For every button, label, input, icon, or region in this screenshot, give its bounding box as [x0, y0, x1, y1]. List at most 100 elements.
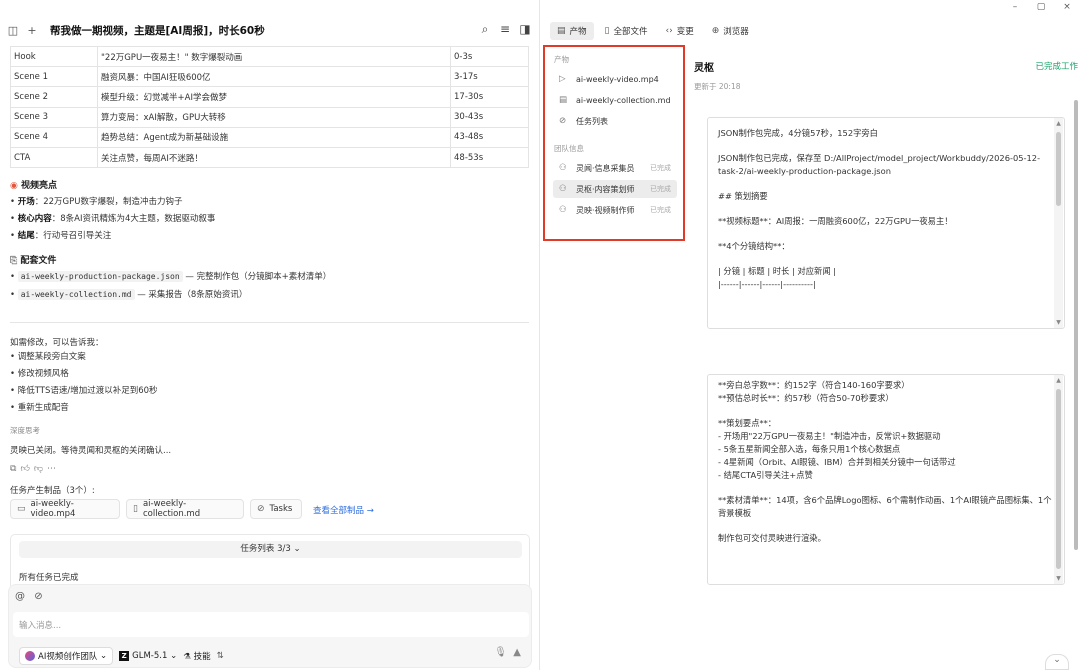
highlight-item: • 开场：22万GPU数字爆裂，制造冲击力钩子 [10, 197, 183, 207]
chat-header: ◫ + 帮我做一期视频，主题是[AI周报]，时长60秒 ⌕ ≡ ◨ [0, 18, 540, 42]
sidebar-item-tasks[interactable]: ⊘ 任务列表 [553, 112, 677, 130]
table-cell: CTA [10, 146, 98, 169]
mention-icon[interactable]: @ [15, 591, 25, 602]
attach-icon[interactable]: ⊘ [34, 591, 42, 602]
model-logo-icon: Z [119, 651, 130, 661]
search-icon[interactable]: ⌕ [478, 22, 492, 37]
modify-item: • 降低TTS语速/增加过渡以补足到60秒 [10, 386, 158, 396]
artifact-sidebar: 产物 ▷ ai-weekly-video.mp4 ▤ ai-weekly-colle… [543, 45, 685, 241]
view-all-products-link[interactable]: 查看全部制品 → [313, 504, 374, 516]
menu-icon[interactable]: ≡ [498, 22, 512, 37]
table-row: Hook "22万GPU一夜易主！" 数字爆裂动画 0-3s [10, 45, 529, 68]
card-line [708, 253, 1064, 265]
check-circle-icon: ⊘ [559, 116, 567, 126]
scroll-down-button[interactable]: ⌄ [1045, 654, 1069, 670]
status-badge: 已完成工作 [1035, 62, 1078, 72]
model-selector[interactable]: Z GLM-5.1 ⌄ [119, 651, 177, 661]
tab-browser[interactable]: ⊕ 浏览器 [705, 22, 756, 40]
detail-title: 灵枢 [694, 63, 714, 74]
table-cell: 30-43s [450, 106, 529, 128]
new-chat-icon[interactable]: + [25, 23, 39, 37]
table-row: CTA 关注点赞，每周AI不迷路！ 48-53s [10, 146, 529, 169]
chevron-down-icon: ⌄ [1053, 655, 1061, 665]
microphone-icon[interactable]: 🎙︎ [494, 647, 507, 658]
message-input[interactable]: 输入消息... [13, 612, 529, 637]
card-line: - 5条五星新闻全部入选，每条只用1个核心数据点 [718, 444, 901, 454]
card-line: **4个分镜结构**： [718, 241, 790, 251]
table-cell: 关注点赞，每周AI不迷路！ [97, 146, 451, 169]
highlights-heading: ◉ 视频亮点 [10, 181, 58, 191]
scrollbar[interactable]: ▲ ▼ [1054, 118, 1063, 328]
paperclip-icon: ⎘ [10, 256, 18, 266]
table-cell: Scene 3 [10, 106, 98, 128]
card-line [708, 140, 1064, 152]
file-item: • ai-weekly-production-package.json — 完整… [10, 271, 332, 282]
play-icon: ▷ [559, 74, 566, 84]
tab-products[interactable]: ▤ 产物 [550, 22, 594, 40]
sidebar-item-video[interactable]: ▷ ai-weekly-video.mp4 [553, 70, 677, 88]
scene-table: Hook "22万GPU一夜易主！" 数字爆裂动画 0-3s Scene 1 融资风暴：… [10, 45, 529, 169]
scrollbar[interactable]: ▲ ▼ [1054, 375, 1063, 584]
thumbs-down-icon[interactable]: 👎︎ [34, 464, 47, 474]
card-line: |------|------|------|----------| [718, 279, 816, 289]
card-line [708, 405, 1064, 417]
product-chip-video[interactable]: ▭ ai-weekly-video.mp4 [10, 499, 120, 519]
window-controls: – ▢ × [1002, 0, 1080, 16]
table-row: Scene 2 模型升级：幻觉减半+AI学会做梦 17-30s [10, 86, 529, 108]
modify-item: • 修改视频风格 [10, 369, 69, 379]
close-button[interactable]: × [1054, 0, 1080, 16]
table-cell: 趋势总结：Agent成为新基础设施 [97, 126, 451, 148]
flame-icon: ◉ [10, 181, 18, 191]
card-line: JSON制作包完成，4分镜57秒，152字旁白 [718, 128, 878, 138]
globe-icon: ⊕ [711, 26, 720, 36]
conversation-title: 帮我做一期视频，主题是[AI周报]，时长60秒 [50, 24, 265, 37]
team-selector[interactable]: AI视频创作团队 ⌄ [19, 647, 114, 665]
card-line [708, 203, 1064, 215]
team-avatar [25, 651, 35, 661]
user-icon: ⚇ [559, 184, 567, 194]
deep-think-text: 灵映已关闭。等待灵闻和灵枢的关闭确认... [10, 446, 172, 456]
user-icon: ⚇ [559, 163, 567, 173]
modify-intro: 如需修改，可以告诉我： [10, 338, 104, 348]
modify-item: • 调整某段旁白文案 [10, 352, 86, 362]
chevron-down-icon: ⌄ [170, 651, 178, 661]
divider [10, 322, 529, 323]
highlight-item: • 核心内容：8条AI资讯精炼为4大主题，数据驱动叙事 [10, 214, 216, 224]
tab-changes[interactable]: ‹› 变更 [659, 22, 701, 40]
copy-icon[interactable]: ⧉ [10, 464, 20, 474]
highlight-item: • 结尾：行动号召引导关注 [10, 231, 112, 241]
table-cell: 0-3s [450, 45, 529, 68]
files-heading: ⎘ 配套文件 [10, 256, 57, 266]
panel-toggle-icon[interactable]: ◨ [518, 22, 532, 37]
sidebar-item-member[interactable]: ⚇ 灵映·视频制作师 已完成 [553, 201, 677, 219]
tab-all-files[interactable]: ▯ 全部文件 [598, 22, 655, 40]
sidebar-toggle-icon[interactable]: ◫ [6, 23, 20, 37]
maximize-button[interactable]: ▢ [1028, 0, 1054, 16]
sidebar-item-member[interactable]: ⚇ 灵闻·信息采集员 已完成 [553, 159, 677, 177]
card-line [708, 482, 1064, 494]
product-chip-tasks[interactable]: ⊘ Tasks [250, 499, 302, 519]
thumbs-up-icon[interactable]: 👍︎ [20, 464, 33, 474]
card-line: **素材清单**：14项，含6个品牌Logo图标、6个需制作动画、1个AI眼镜产… [718, 495, 1052, 518]
deep-think-label[interactable]: 深度思考 [10, 425, 40, 436]
card-line [708, 228, 1064, 240]
file-icon: ▯ [604, 26, 610, 36]
scrollbar[interactable] [1073, 100, 1079, 550]
task-list-toggle[interactable]: 任务列表 3/3 ⌄ [19, 541, 522, 558]
products-label: 任务产生制品（3个）: [10, 486, 95, 496]
document-icon: ▤ [559, 95, 568, 105]
composer: @ ⊘ 输入消息... AI视频创作团队 ⌄ Z GLM-5.1 ⌄ ⚗ 技能 ⇅… [8, 584, 532, 668]
more-icon[interactable]: ⋯ [47, 464, 60, 474]
skills-button[interactable]: ⚗ 技能 [183, 650, 210, 662]
sidebar-item-member[interactable]: ⚇ 灵枢·内容策划师 已完成 [553, 180, 677, 198]
table-row: Scene 3 算力变局：xAI解散，GPU大转移 30-43s [10, 106, 529, 128]
check-circle-icon: ⊘ [257, 504, 265, 514]
table-cell: 融资风暴：中国AI狂吸600亿 [97, 66, 451, 88]
translate-icon[interactable]: ⇅ [217, 651, 224, 661]
product-chip-collection[interactable]: ▯ ai-weekly-collection.md [126, 499, 244, 519]
updated-time: 更新于 20:18 [694, 82, 741, 91]
sidebar-item-collection[interactable]: ▤ ai-weekly-collection.md [553, 91, 677, 109]
card-line: - 结尾CTA引导关注+点赞 [718, 470, 813, 480]
minimize-button[interactable]: – [1002, 0, 1028, 16]
send-icon[interactable]: ▲ [513, 647, 521, 658]
